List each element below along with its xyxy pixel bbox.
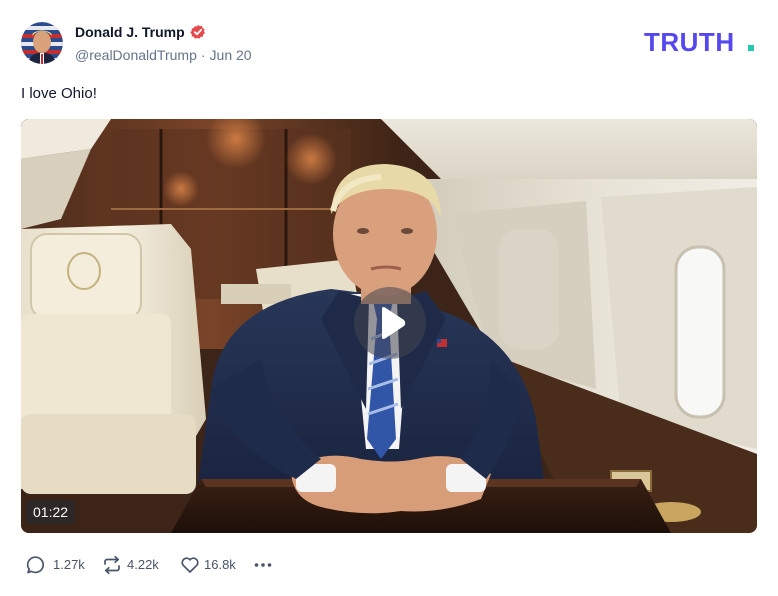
post-text: I love Ohio! <box>21 85 97 102</box>
author-handle[interactable]: @realDonaldTrump <box>75 47 197 63</box>
svg-text:TRUTH: TRUTH <box>644 28 735 56</box>
more-options-button[interactable] <box>251 552 275 578</box>
like-button[interactable]: 16.8k <box>175 552 239 578</box>
retruth-count: 4.22k <box>127 557 159 572</box>
post-date[interactable]: Jun 20 <box>210 47 252 63</box>
play-icon <box>382 307 406 339</box>
author-name[interactable]: Donald J. Trump <box>75 23 185 41</box>
avatar[interactable] <box>21 22 63 64</box>
like-icon <box>181 557 199 573</box>
truth-social-logo[interactable]: TRUTH <box>644 28 758 56</box>
play-button[interactable] <box>354 287 426 359</box>
more-icon <box>254 563 272 567</box>
like-count: 16.8k <box>204 557 236 572</box>
verified-badge-icon <box>190 24 205 39</box>
retruth-button[interactable]: 4.22k <box>97 552 165 578</box>
reply-button[interactable]: 1.27k <box>21 552 87 578</box>
post-meta: @realDonaldTrump · Jun 20 <box>75 46 252 64</box>
post-card: Donald J. Trump @realDonaldTrump · Jun 20 … <box>0 0 778 596</box>
retruth-icon <box>104 555 120 575</box>
avatar-image <box>21 22 63 64</box>
video-duration: 01:22 <box>26 500 76 524</box>
reply-icon <box>26 556 45 574</box>
video-player[interactable]: 01:22 <box>21 119 757 533</box>
reply-count: 1.27k <box>53 557 85 572</box>
meta-separator: · <box>200 47 206 63</box>
